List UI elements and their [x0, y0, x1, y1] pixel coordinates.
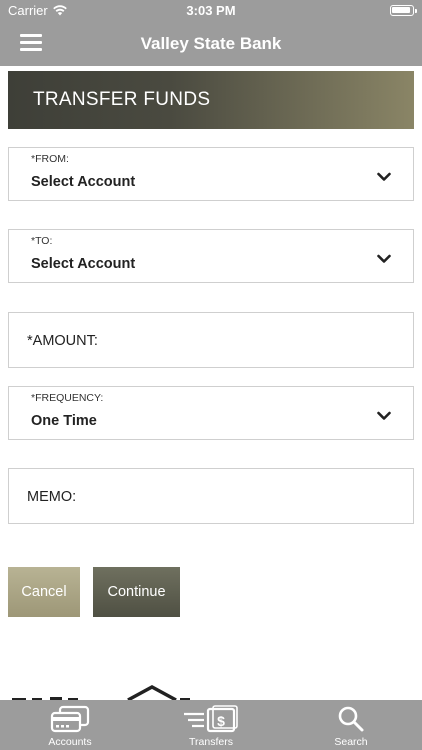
to-value: Select Account — [31, 256, 136, 272]
page-title: TRANSFER FUNDS — [33, 89, 211, 110]
clock: 3:03 PM — [186, 3, 236, 18]
transfer-money-icon: $ — [184, 705, 238, 733]
tab-bar: Accounts $ Transfers Search — [0, 700, 422, 750]
amount-field[interactable]: *AMOUNT: — [8, 312, 414, 368]
page-banner: TRANSFER FUNDS — [8, 71, 414, 129]
tab-search-label: Search — [334, 736, 368, 748]
frequency-label: *FREQUENCY: — [31, 392, 104, 404]
memo-field[interactable]: MEMO: — [8, 468, 414, 524]
chevron-down-icon[interactable] — [377, 172, 391, 182]
battery-icon — [390, 5, 417, 16]
to-label: *TO: — [31, 235, 53, 247]
bank-logo — [12, 685, 190, 702]
from-label: *FROM: — [31, 153, 69, 165]
tab-accounts-label: Accounts — [48, 736, 92, 748]
app-title: Valley State Bank — [140, 34, 282, 53]
chevron-down-icon[interactable] — [377, 254, 391, 264]
navigation-bar: Valley State Bank — [0, 22, 422, 66]
frequency-value: One Time — [31, 413, 97, 429]
frequency-select[interactable]: *FREQUENCY: One Time — [8, 386, 414, 440]
from-value: Select Account — [31, 174, 136, 190]
status-bar: Carrier 3:03 PM — [0, 0, 422, 22]
chevron-down-icon[interactable] — [377, 411, 391, 421]
from-account-select[interactable]: *FROM: Select Account — [8, 147, 414, 201]
search-icon — [338, 706, 364, 732]
amount-label: *AMOUNT: — [27, 333, 98, 349]
tab-accounts[interactable]: Accounts — [20, 700, 120, 750]
tab-search[interactable]: Search — [301, 700, 401, 750]
cancel-button[interactable]: Cancel — [8, 567, 80, 617]
to-account-select[interactable]: *TO: Select Account — [8, 229, 414, 283]
memo-label: MEMO: — [27, 489, 77, 505]
continue-button[interactable]: Continue — [93, 567, 180, 617]
tab-transfers[interactable]: $ Transfers — [161, 700, 261, 750]
tab-transfers-label: Transfers — [189, 736, 233, 748]
credit-card-icon — [50, 705, 90, 733]
svg-text:$: $ — [217, 713, 225, 729]
